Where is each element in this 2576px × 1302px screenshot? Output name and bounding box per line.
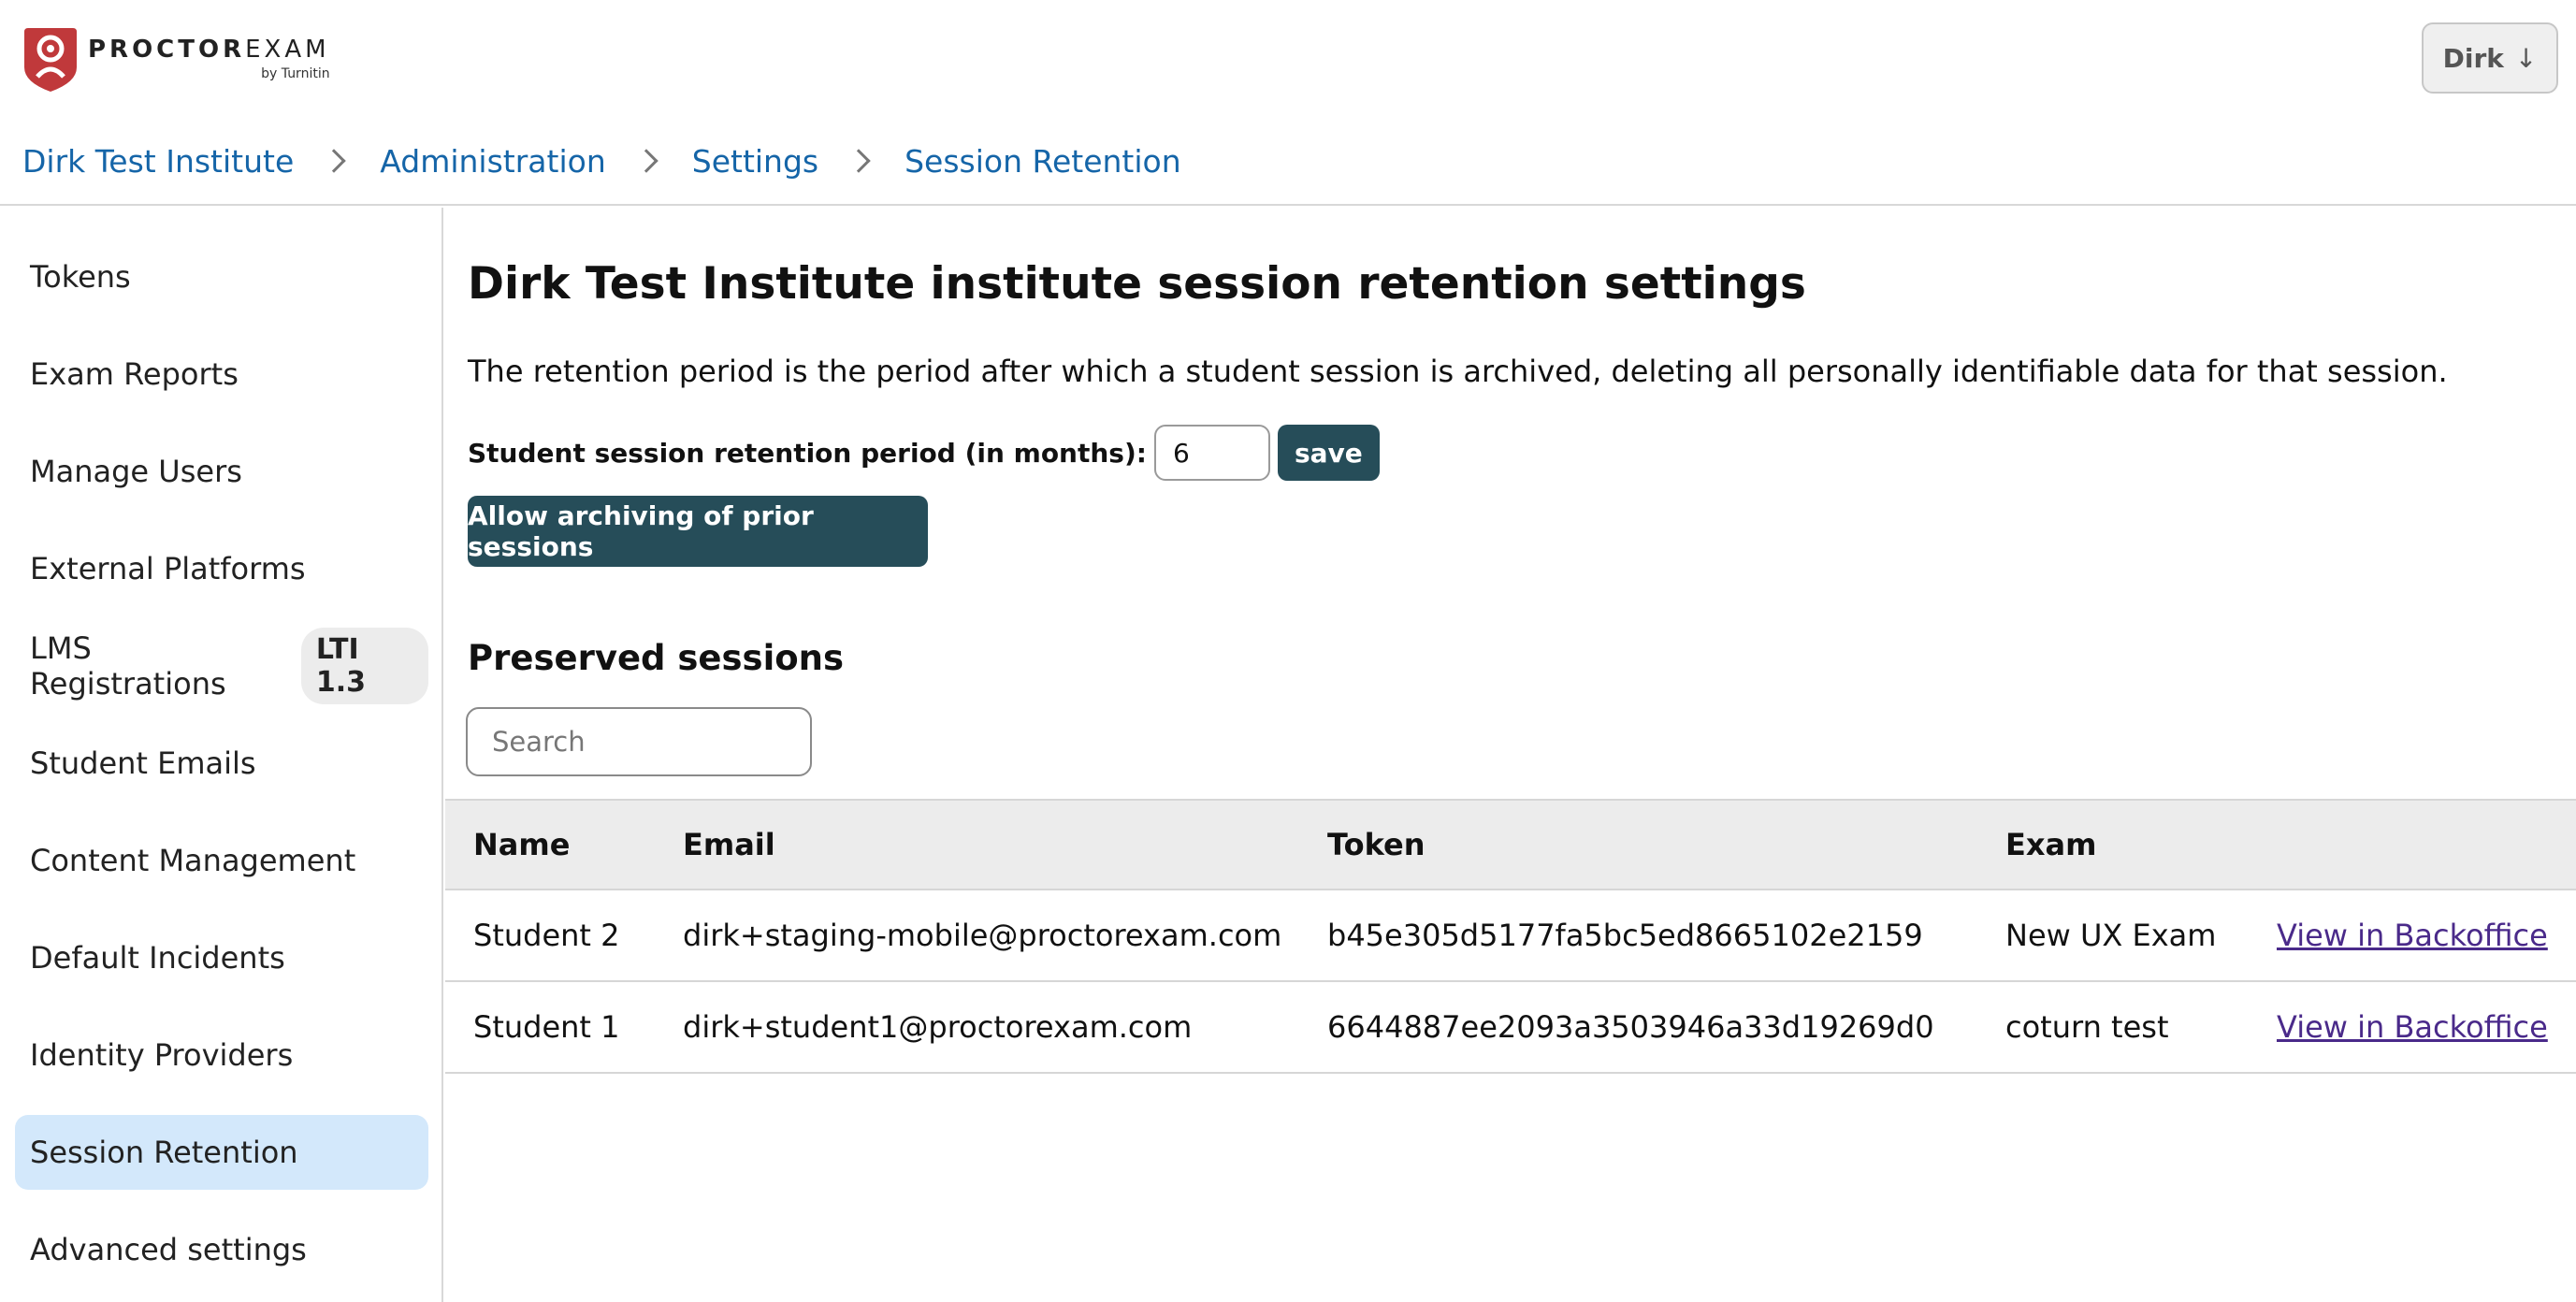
user-menu-button[interactable]: Dirk ↓: [2422, 22, 2558, 94]
sidebar-item-content-management[interactable]: Content Management: [15, 823, 428, 898]
proctorexam-logo[interactable]: PROCTOREXAM by Turnitin: [22, 24, 330, 94]
chevron-right-icon: [634, 149, 658, 173]
sidebar-item-label: Exam Reports: [30, 356, 239, 392]
page-description: The retention period is the period after…: [468, 354, 2448, 389]
sidebar-item-label: Advanced settings: [30, 1232, 307, 1267]
logo-name-bold: PROCTOR: [88, 36, 246, 64]
save-button[interactable]: save: [1277, 425, 1380, 481]
sidebar-item-session-retention[interactable]: Session Retention: [15, 1115, 428, 1190]
logo-byline: by Turnitin: [261, 66, 330, 81]
breadcrumb-session-retention[interactable]: Session Retention: [904, 143, 1181, 180]
search-input[interactable]: [466, 707, 812, 776]
page-title: Dirk Test Institute institute session re…: [468, 258, 1806, 310]
cell-email: dirk+student1@proctorexam.com: [683, 1009, 1193, 1045]
breadcrumb-settings[interactable]: Settings: [692, 143, 818, 180]
chevron-right-icon: [847, 149, 871, 173]
sidebar-item-lms-registrations[interactable]: LMS Registrations LTI 1.3: [15, 628, 428, 704]
sidebar-item-label: LMS Registrations: [30, 630, 226, 702]
breadcrumb-administration[interactable]: Administration: [380, 143, 605, 180]
proctorexam-logo-icon: [24, 28, 77, 92]
column-header-email: Email: [683, 827, 775, 862]
sidebar-item-advanced-settings[interactable]: Advanced settings: [15, 1212, 428, 1287]
cell-name: Student 1: [473, 1009, 620, 1045]
cell-email: dirk+staging-mobile@proctorexam.com: [683, 918, 1282, 953]
sidebar-item-student-emails[interactable]: Student Emails: [15, 726, 428, 801]
table-row: Student 2 dirk+staging-mobile@proctorexa…: [445, 890, 2576, 982]
sidebar-item-label: Tokens: [30, 259, 131, 295]
arrow-down-icon: ↓: [2514, 42, 2538, 74]
chevron-right-icon: [322, 149, 346, 173]
sidebar-item-external-platforms[interactable]: External Platforms: [15, 531, 428, 606]
breadcrumb-institute[interactable]: Dirk Test Institute: [22, 143, 294, 180]
main-content: Dirk Test Institute institute session re…: [445, 208, 2576, 1302]
sidebar-item-identity-providers[interactable]: Identity Providers: [15, 1018, 428, 1092]
preserved-sessions-title: Preserved sessions: [468, 638, 845, 678]
user-name: Dirk: [2442, 42, 2504, 74]
sidebar-item-label: Student Emails: [30, 745, 256, 781]
column-header-exam: Exam: [2005, 827, 2097, 862]
sidebar-item-label: Default Incidents: [30, 940, 285, 976]
lti-badge: LTI 1.3: [300, 628, 428, 704]
sidebar-item-label: Identity Providers: [30, 1037, 294, 1073]
sidebar-item-label: Session Retention: [30, 1135, 298, 1170]
logo-name-light: EXAM: [245, 36, 330, 64]
view-in-backoffice-link[interactable]: View in Backoffice: [2277, 982, 2548, 1072]
breadcrumb: Dirk Test Institute Administration Setti…: [22, 138, 1181, 183]
cell-name: Student 2: [473, 918, 620, 953]
retention-period-label: Student session retention period (in mon…: [468, 437, 1147, 469]
sidebar-item-label: Content Management: [30, 843, 356, 878]
sidebar-item-exam-reports[interactable]: Exam Reports: [15, 337, 428, 412]
column-header-token: Token: [1327, 827, 1425, 862]
cell-token: b45e305d5177fa5bc5ed8665102e2159: [1327, 918, 1923, 953]
retention-period-input[interactable]: [1153, 425, 1270, 481]
retention-form: Student session retention period (in mon…: [468, 425, 1380, 481]
app-header: PROCTOREXAM by Turnitin Dirk ↓ Dirk Test…: [0, 0, 2576, 206]
column-header-name: Name: [473, 827, 571, 862]
table-row: Student 1 dirk+student1@proctorexam.com …: [445, 982, 2576, 1074]
sidebar-item-manage-users[interactable]: Manage Users: [15, 434, 428, 509]
sidebar-item-label: External Platforms: [30, 551, 306, 586]
sidebar: Tokens Exam Reports Manage Users Externa…: [0, 208, 443, 1302]
allow-archiving-button[interactable]: Allow archiving of prior sessions: [468, 496, 928, 567]
sidebar-item-label: Manage Users: [30, 454, 242, 489]
cell-token: 6644887ee2093a3503946a33d19269d0: [1327, 1009, 1934, 1045]
cell-exam: New UX Exam: [2005, 918, 2217, 953]
view-in-backoffice-link[interactable]: View in Backoffice: [2277, 890, 2548, 980]
sidebar-item-tokens[interactable]: Tokens: [15, 239, 428, 314]
cell-exam: coturn test: [2005, 1009, 2169, 1045]
sidebar-item-default-incidents[interactable]: Default Incidents: [15, 920, 428, 995]
table-header: Name Email Token Exam: [445, 799, 2576, 890]
preserved-sessions-table: Name Email Token Exam Student 2 dirk+sta…: [445, 799, 2576, 1074]
